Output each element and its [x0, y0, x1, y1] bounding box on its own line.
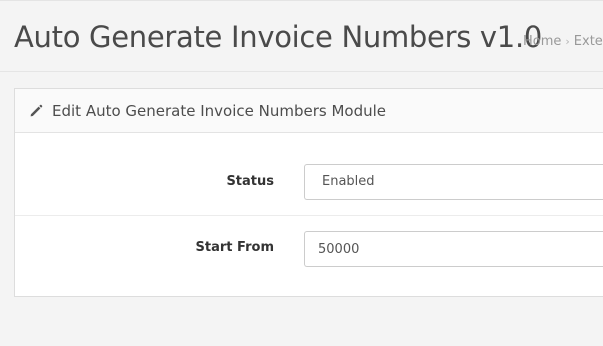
panel-title: Edit Auto Generate Invoice Numbers Modul…: [52, 102, 387, 120]
start-from-form-row: Start From: [15, 215, 603, 282]
page-title: Auto Generate Invoice Numbers v1.0: [14, 20, 543, 54]
start-from-label: Start From: [195, 240, 274, 255]
panel-heading: Edit Auto Generate Invoice Numbers Modul…: [15, 89, 603, 133]
breadcrumb-extensions-link[interactable]: Exte: [574, 34, 603, 49]
breadcrumb: Home › Exte: [523, 33, 603, 51]
status-label: Status: [226, 174, 274, 189]
start-from-input[interactable]: [304, 231, 603, 267]
breadcrumb-separator: ›: [565, 35, 570, 48]
breadcrumb-home-link[interactable]: Home: [523, 34, 561, 49]
status-select[interactable]: Enabled: [304, 164, 603, 200]
pencil-icon: [30, 104, 43, 117]
status-form-row: Status Enabled: [15, 133, 603, 215]
page-header: Auto Generate Invoice Numbers v1.0 Home ›…: [0, 0, 603, 72]
edit-module-panel: Edit Auto Generate Invoice Numbers Modul…: [14, 88, 603, 297]
